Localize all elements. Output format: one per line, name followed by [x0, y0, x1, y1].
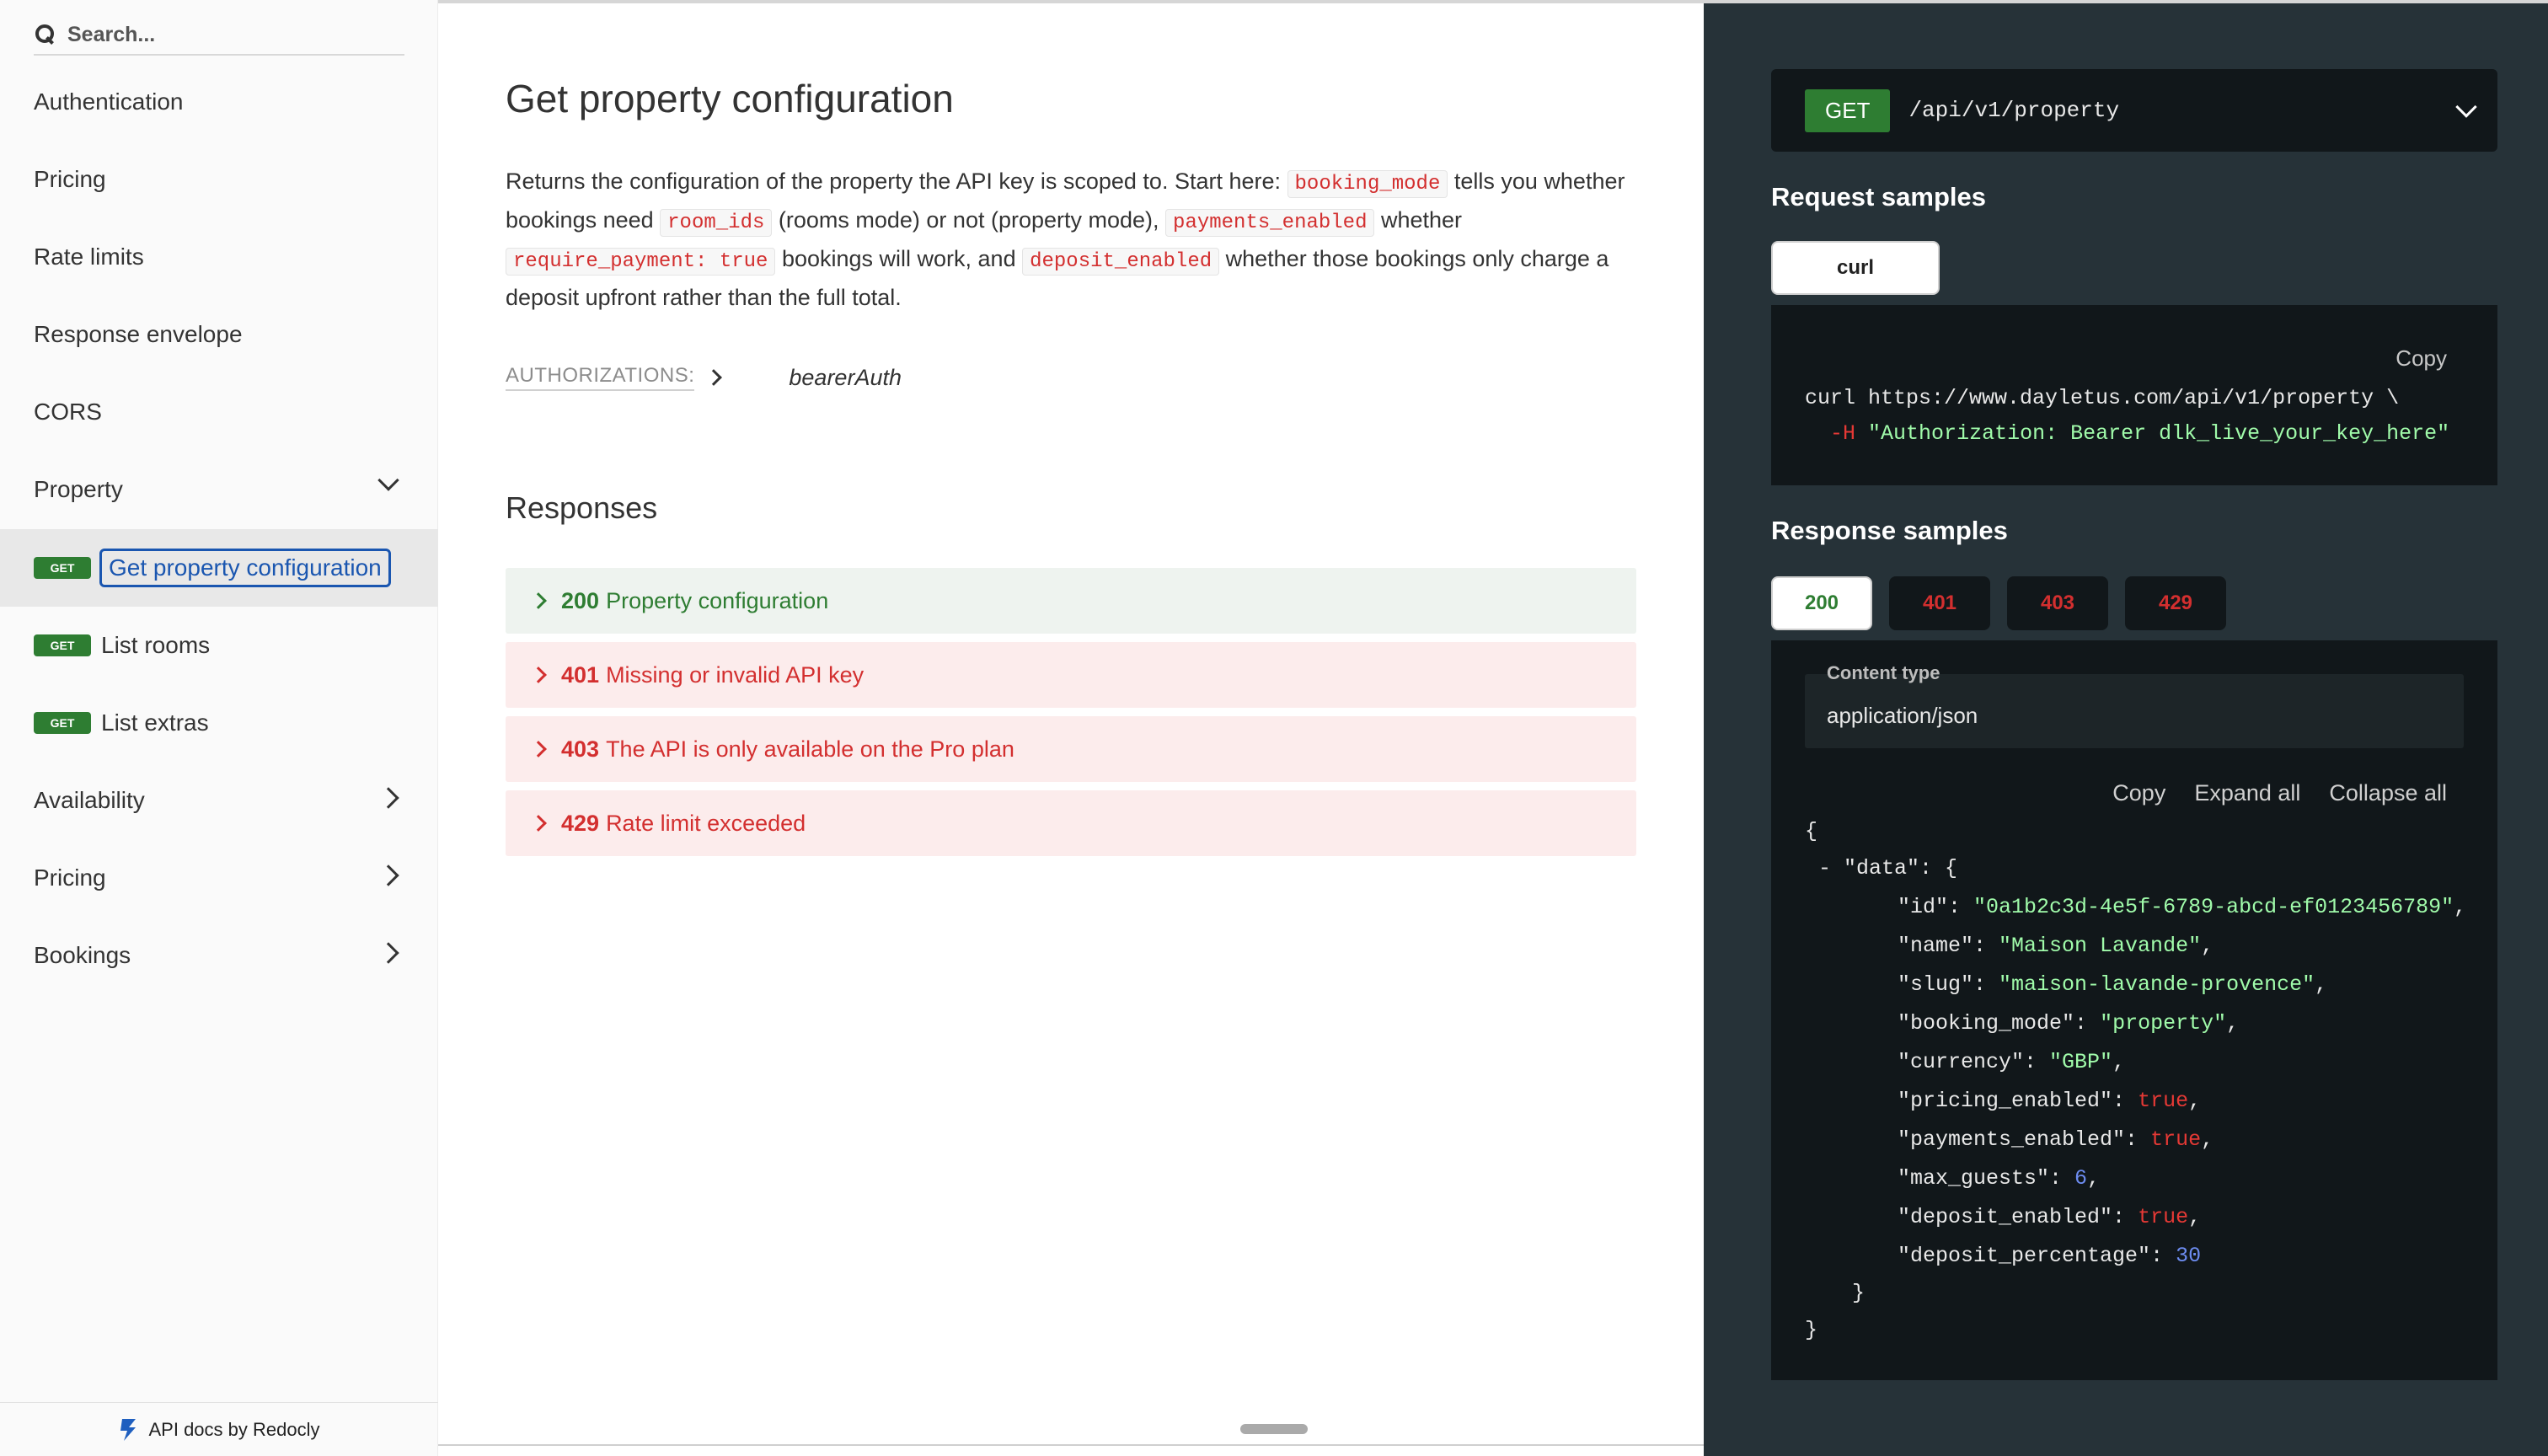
- sidebar-item-response-envelope[interactable]: Response envelope: [0, 296, 438, 373]
- json-inner-close-brace: }: [1852, 1281, 1866, 1305]
- sidebar-item-rate-limits[interactable]: Rate limits: [0, 218, 438, 296]
- main-content: Get property configuration Returns the c…: [438, 0, 1704, 1456]
- response-401-row[interactable]: 401 Missing or invalid API key: [506, 642, 1636, 708]
- sidebar-item-pricing-group[interactable]: Pricing: [0, 839, 438, 917]
- curl-line: curl https://www.dayletus.com/api/v1/pro…: [1805, 386, 2400, 410]
- sidebar-item-pricing[interactable]: Pricing: [0, 141, 438, 218]
- sidebar-item-bookings[interactable]: Bookings: [0, 917, 438, 994]
- get-method-badge: GET: [34, 634, 91, 656]
- chevron-down-icon: [2455, 96, 2477, 118]
- sidebar-item-availability[interactable]: Availability: [0, 762, 438, 839]
- http-method-badge: GET: [1805, 88, 1891, 132]
- get-method-badge: GET: [34, 712, 91, 734]
- response-403-row[interactable]: 403 The API is only available on the Pro …: [506, 716, 1636, 782]
- response-samples-title: Response samples: [1771, 516, 2008, 545]
- curl-header-line: -H "Authorization: Bearer dlk_live_your_…: [1830, 421, 2450, 446]
- tab-response-200[interactable]: 200: [1771, 576, 1872, 630]
- json-field: "name": "Maison Lavande",: [1898, 934, 2214, 958]
- authorizations-value: bearerAuth: [789, 364, 902, 390]
- chevron-right-icon: [530, 815, 547, 832]
- content-type-selector[interactable]: Content type application/json: [1805, 662, 2464, 748]
- authorizations-label: AUTHORIZATIONS:: [506, 364, 695, 391]
- sidebar: Authentication Pricing Rate limits Respo…: [0, 0, 438, 1456]
- json-field: "deposit_percentage": 30: [1898, 1244, 2202, 1268]
- collapse-all-button[interactable]: Collapse all: [2329, 780, 2447, 806]
- bottom-divider: [438, 1444, 1704, 1446]
- page-title: Get property configuration: [506, 77, 954, 120]
- chevron-right-icon: [377, 942, 399, 964]
- copy-json-button[interactable]: Copy: [2112, 780, 2165, 806]
- tab-response-403[interactable]: 403: [2007, 576, 2108, 630]
- response-200-row[interactable]: 200 Property configuration: [506, 568, 1636, 634]
- tab-response-401[interactable]: 401: [1889, 576, 1990, 630]
- content-type-label: Content type: [1827, 662, 1940, 683]
- sidebar-item-list-rooms[interactable]: GET List rooms: [0, 607, 438, 684]
- redocly-logo-icon: [120, 1418, 136, 1441]
- chevron-down-icon: [377, 469, 399, 491]
- json-open-brace: {: [1805, 819, 1818, 843]
- json-data-line: - "data": {: [1818, 856, 1958, 881]
- sidebar-item-property[interactable]: Property: [0, 451, 438, 528]
- content-type-value: application/json: [1827, 703, 1978, 728]
- inline-code: require_payment: true: [506, 248, 776, 276]
- sidebar-item-cors[interactable]: CORS: [0, 373, 438, 451]
- inline-code: booking_mode: [1287, 170, 1448, 198]
- chevron-right-icon: [377, 787, 399, 809]
- chevron-right-icon: [530, 592, 547, 609]
- search-input[interactable]: [67, 22, 388, 47]
- operation-description: Returns the configuration of the propert…: [506, 169, 1625, 310]
- tab-curl[interactable]: curl: [1771, 241, 1940, 295]
- inline-code: room_ids: [660, 209, 773, 237]
- response-sample-block: Content type application/json Copy Expan…: [1771, 640, 2497, 1380]
- expand-all-button[interactable]: Expand all: [2194, 780, 2300, 806]
- sidebar-item-label: Get property configuration: [99, 549, 391, 587]
- tab-response-429[interactable]: 429: [2125, 576, 2226, 630]
- endpoint-path: /api/v1/property: [1908, 98, 2120, 123]
- sidebar-item-list-extras[interactable]: GET List extras: [0, 684, 438, 762]
- json-field: "id": "0a1b2c3d-4e5f-6789-abcd-ef0123456…: [1898, 895, 2464, 919]
- redocly-footer-link[interactable]: API docs by Redocly: [0, 1402, 438, 1456]
- json-field: "payments_enabled": true,: [1898, 1127, 2214, 1152]
- search-icon: [34, 23, 57, 46]
- json-toolbar: Copy Expand all Collapse all: [2112, 780, 2447, 806]
- chevron-right-icon: [530, 666, 547, 683]
- request-code-block: Copy curl https://www.dayletus.com/api/v…: [1771, 305, 2497, 485]
- json-close-brace: }: [1805, 1318, 1818, 1342]
- chevron-right-icon: [530, 741, 547, 757]
- get-method-badge: GET: [34, 557, 91, 579]
- endpoint-selector[interactable]: GET /api/v1/property: [1771, 69, 2497, 152]
- inline-code: deposit_enabled: [1022, 248, 1220, 276]
- search-bar: [34, 15, 404, 56]
- json-field: "pricing_enabled": true,: [1898, 1089, 2202, 1113]
- json-field: "booking_mode": "property",: [1898, 1011, 2240, 1036]
- chevron-right-icon: [377, 864, 399, 886]
- json-field: "deposit_enabled": true,: [1898, 1205, 2202, 1229]
- samples-panel: GET /api/v1/property Request samples cur…: [1704, 0, 2548, 1456]
- json-field: "slug": "maison-lavande-provence",: [1898, 972, 2328, 997]
- responses-title: Responses: [506, 490, 658, 525]
- inline-code: payments_enabled: [1165, 209, 1375, 237]
- copy-request-button[interactable]: Copy: [2395, 345, 2447, 372]
- json-field: "max_guests": 6,: [1898, 1166, 2101, 1191]
- json-field: "currency": "GBP",: [1898, 1050, 2126, 1074]
- request-samples-title: Request samples: [1771, 182, 1986, 211]
- chevron-right-icon: [705, 369, 723, 386]
- authorizations-row[interactable]: AUTHORIZATIONS: bearerAuth: [506, 361, 902, 394]
- sidebar-item-authentication[interactable]: Authentication: [0, 63, 438, 141]
- response-429-row[interactable]: 429 Rate limit exceeded: [506, 790, 1636, 856]
- collapse-toggle[interactable]: -: [1818, 856, 1844, 881]
- scroll-handle[interactable]: [1240, 1424, 1308, 1434]
- sidebar-item-get-property-configuration[interactable]: GET Get property configuration: [0, 529, 438, 607]
